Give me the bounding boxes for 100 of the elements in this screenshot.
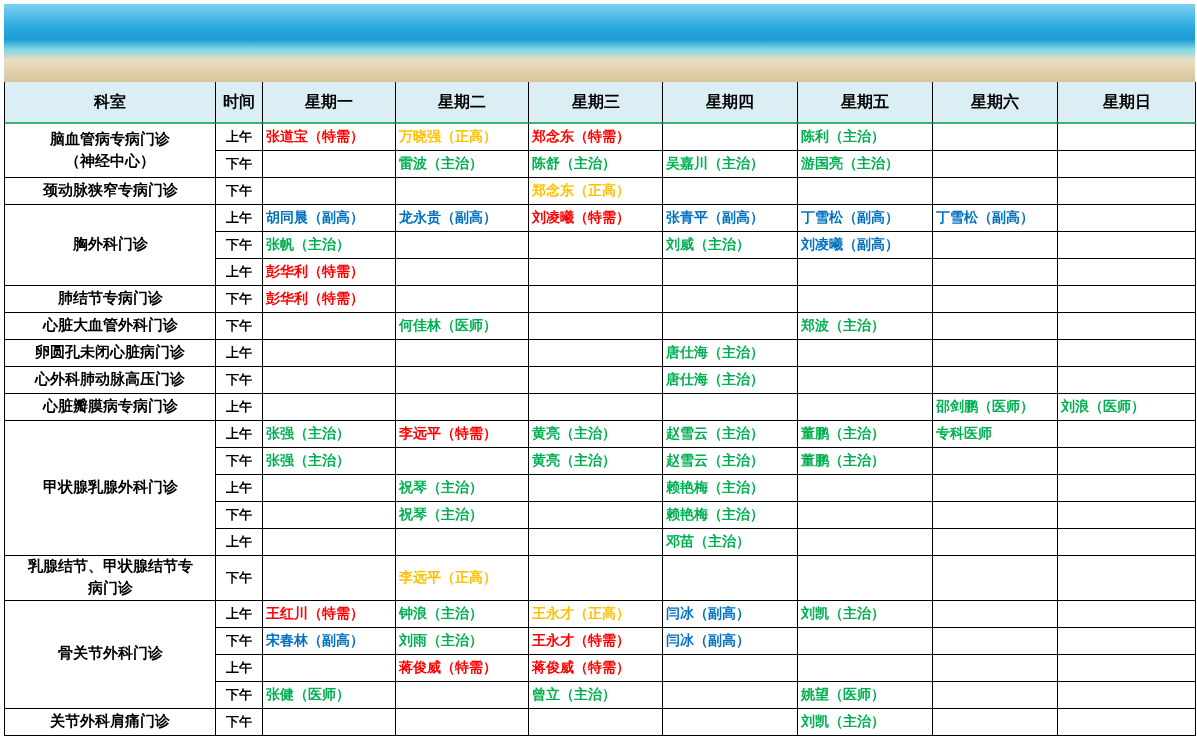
doctor-cell: 刘浪（医师） (1058, 394, 1196, 421)
doctor-cell: 张青平（副高） (663, 205, 798, 232)
time-cell: 下午 (216, 627, 263, 655)
department-name: 颈动脉狭窄专病门诊 (42, 180, 178, 202)
doctor-cell: 何佳林（医师） (396, 313, 529, 340)
doctor-cell: 胡同晨（副高） (263, 205, 396, 232)
time-cell: 上午 (216, 475, 263, 502)
column-header: 星期五 (798, 82, 933, 124)
time-cell: 下午 (216, 556, 263, 601)
doctor-cell: 姚望（医师） (798, 681, 933, 709)
doctor-cell: 专科医师 (933, 421, 1058, 448)
time-cell: 上午 (216, 205, 263, 232)
doctor-cell: 曾立（主治） (529, 681, 663, 709)
department-name: 心外科肺动脉高压门诊 (35, 369, 185, 391)
column-header: 科室 (5, 82, 216, 124)
doctor-cell: 李远平（正高） (396, 556, 529, 601)
doctor-cell: 张强（主治） (263, 448, 396, 475)
time-cell: 下午 (216, 681, 263, 709)
doctor-cell: 董鹏（主治） (798, 421, 933, 448)
column-header: 星期二 (396, 82, 529, 124)
doctor-cell: 王永才（正高） (529, 600, 663, 628)
time-cell: 下午 (216, 367, 263, 394)
department-name: 乳腺结节、甲状腺结节专 (27, 556, 193, 577)
doctor-cell: 雷波（主治） (396, 151, 529, 178)
time-cell: 上午 (216, 124, 263, 151)
column-header: 星期日 (1058, 82, 1196, 124)
doctor-cell: 张帆（主治） (263, 232, 396, 259)
department-name: （神经中心） (65, 150, 155, 172)
doctor-cell: 邓苗（主治） (663, 529, 798, 556)
time-cell: 上午 (216, 394, 263, 421)
time-cell: 上午 (216, 529, 263, 556)
doctor-cell: 黄亮（主治） (529, 448, 663, 475)
doctor-cell: 唐仕海（主治） (663, 340, 798, 367)
time-cell: 上午 (216, 421, 263, 448)
doctor-cell: 赖艳梅（主治） (663, 502, 798, 529)
doctor-cell: 郑念东（正高） (529, 178, 663, 205)
doctor-cell: 蒋俊威（特需） (529, 654, 663, 682)
time-cell: 下午 (216, 151, 263, 178)
doctor-cell: 刘威（主治） (663, 232, 798, 259)
doctor-cell: 丁雪松（副高） (798, 205, 933, 232)
time-cell: 下午 (216, 178, 263, 205)
doctor-cell: 闫冰（副高） (663, 600, 798, 628)
column-header: 星期三 (529, 82, 663, 124)
doctor-cell: 张道宝（特需） (263, 124, 396, 151)
doctor-cell: 钟浪（主治） (396, 600, 529, 628)
department-name: 心脏瓣膜病专病门诊 (42, 396, 178, 418)
doctor-cell: 张强（主治） (263, 421, 396, 448)
doctor-cell: 陈舒（主治） (529, 151, 663, 178)
column-header: 星期一 (263, 82, 396, 124)
doctor-cell: 郑波（主治） (798, 313, 933, 340)
doctor-cell: 宋春林（副高） (263, 627, 396, 655)
doctor-cell: 陈利（主治） (798, 124, 933, 151)
doctor-cell: 郑念东（特需） (529, 124, 663, 151)
doctor-cell: 刘凯（主治） (798, 600, 933, 628)
doctor-cell: 彭华利（特需） (263, 286, 396, 313)
department-name: 胸外科门诊 (72, 234, 148, 256)
department-name: 卵圆孔未闭心脏病门诊 (35, 342, 185, 364)
doctor-cell: 李远平（特需） (396, 421, 529, 448)
column-header: 星期六 (933, 82, 1058, 124)
time-cell: 下午 (216, 232, 263, 259)
time-cell: 上午 (216, 340, 263, 367)
doctor-cell: 赵雪云（主治） (663, 448, 798, 475)
time-cell: 下午 (216, 708, 263, 736)
time-cell: 下午 (216, 502, 263, 529)
department-name: 关节外科肩痛门诊 (50, 710, 170, 732)
doctor-cell: 蒋俊威（特需） (396, 654, 529, 682)
time-cell: 上午 (216, 654, 263, 682)
doctor-cell: 赖艳梅（主治） (663, 475, 798, 502)
doctor-cell: 游国亮（主治） (798, 151, 933, 178)
doctor-cell: 王永才（特需） (529, 627, 663, 655)
doctor-cell: 刘凯（主治） (798, 708, 933, 736)
doctor-cell: 祝琴（主治） (396, 475, 529, 502)
doctor-cell: 万晓强（正高） (396, 124, 529, 151)
time-cell: 上午 (216, 259, 263, 286)
column-header: 星期四 (663, 82, 798, 124)
doctor-cell: 刘雨（主治） (396, 627, 529, 655)
doctor-cell: 彭华利（特需） (263, 259, 396, 286)
time-cell: 下午 (216, 448, 263, 475)
department-name: 骨关节外科门诊 (57, 643, 163, 665)
time-cell: 下午 (216, 286, 263, 313)
doctor-cell: 董鹏（主治） (798, 448, 933, 475)
doctor-cell: 刘凌曦（特需） (529, 205, 663, 232)
department-name: 脑血管病专病门诊 (50, 128, 170, 150)
doctor-cell: 邵剑鹏（医师） (933, 394, 1058, 421)
doctor-cell: 赵雪云（主治） (663, 421, 798, 448)
doctor-cell: 祝琴（主治） (396, 502, 529, 529)
time-cell: 下午 (216, 313, 263, 340)
doctor-cell: 刘凌曦（副高） (798, 232, 933, 259)
doctor-cell: 唐仕海（主治） (663, 367, 798, 394)
department-name: 肺结节专病门诊 (57, 288, 163, 310)
department-name: 甲状腺乳腺外科门诊 (42, 477, 178, 499)
time-cell: 上午 (216, 600, 263, 628)
department-name: 心脏大血管外科门诊 (42, 315, 178, 337)
doctor-cell: 黄亮（主治） (529, 421, 663, 448)
department-name: 病门诊 (87, 577, 133, 599)
doctor-cell: 龙永贵（副高） (396, 205, 529, 232)
doctor-cell: 王红川（特需） (263, 600, 396, 628)
doctor-cell: 丁雪松（副高） (933, 205, 1058, 232)
doctor-cell: 闫冰（副高） (663, 627, 798, 655)
column-header: 时间 (216, 82, 263, 124)
